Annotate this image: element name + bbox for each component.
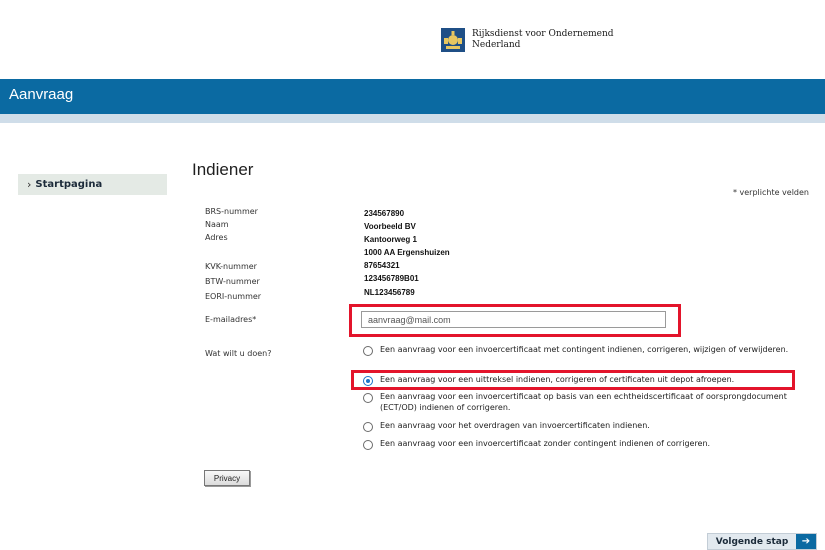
next-step-button[interactable]: Volgende stap ➔ bbox=[707, 533, 817, 550]
adres-line-1: Kantoorweg 1 bbox=[364, 235, 417, 244]
radio-button[interactable] bbox=[363, 422, 373, 432]
rvo-logo: Rijksdienst voor Ondernemend Nederland bbox=[441, 20, 614, 60]
btw-label: BTW-nummer bbox=[205, 277, 260, 286]
email-label: E-mailadres* bbox=[205, 315, 257, 324]
option-row[interactable]: Een aanvraag voor een invoercertificaat … bbox=[363, 344, 808, 356]
email-input[interactable] bbox=[361, 311, 666, 328]
sidebar-item-label: Startpagina bbox=[35, 179, 103, 190]
required-fields-note: * verplichte velden bbox=[732, 188, 809, 197]
arrow-right-icon: ➔ bbox=[796, 534, 816, 549]
banner-title: Aanvraag bbox=[9, 86, 74, 103]
logo-text: Rijksdienst voor Ondernemend Nederland bbox=[472, 29, 614, 51]
radio-button[interactable] bbox=[363, 393, 373, 403]
naam-label: Naam bbox=[205, 220, 229, 229]
adres-line-2: 1000 AA Ergenshuizen bbox=[364, 248, 450, 257]
option-label: Een aanvraag voor het overdragen van inv… bbox=[380, 421, 650, 430]
next-step-label: Volgende stap bbox=[715, 536, 789, 547]
radio-button[interactable] bbox=[363, 440, 373, 450]
radio-button[interactable] bbox=[363, 346, 373, 356]
naam-value: Voorbeeld BV bbox=[364, 222, 416, 231]
option-label: Een aanvraag voor een invoercertificaat … bbox=[380, 345, 789, 354]
option-label: Een aanvraag voor een uittreksel indiene… bbox=[380, 375, 735, 384]
page-title: Indiener bbox=[192, 160, 254, 179]
eori-value: NL123456789 bbox=[364, 288, 415, 297]
header-banner bbox=[0, 79, 825, 114]
option-row[interactable]: Een aanvraag voor een invoercertificaat … bbox=[363, 438, 808, 450]
option-row[interactable]: Een aanvraag voor het overdragen van inv… bbox=[363, 420, 808, 432]
logo-line-1: Rijksdienst voor Ondernemend bbox=[472, 29, 614, 39]
brs-value: 234567890 bbox=[364, 209, 405, 218]
coat-of-arms-icon bbox=[441, 28, 465, 52]
banner-strip bbox=[0, 114, 825, 123]
option-label: Een aanvraag voor een invoercertificaat … bbox=[380, 392, 787, 412]
sidebar-item-startpagina[interactable]: › Startpagina bbox=[18, 174, 167, 195]
option-label: Een aanvraag voor een invoercertificaat … bbox=[380, 439, 711, 448]
brs-label: BRS-nummer bbox=[205, 207, 258, 216]
adres-label: Adres bbox=[205, 233, 228, 242]
eori-label: EORI-nummer bbox=[205, 292, 262, 301]
question-label: Wat wilt u doen? bbox=[205, 349, 272, 358]
option-row[interactable]: Een aanvraag voor een invoercertificaat … bbox=[363, 391, 808, 413]
kvk-value: 87654321 bbox=[364, 261, 400, 270]
btw-value: 123456789B01 bbox=[364, 274, 419, 283]
kvk-label: KVK-nummer bbox=[205, 262, 257, 271]
logo-line-2: Nederland bbox=[472, 40, 521, 50]
option-row[interactable]: Een aanvraag voor een uittreksel indiene… bbox=[363, 374, 808, 386]
radio-button-selected[interactable] bbox=[363, 376, 373, 386]
chevron-right-icon: › bbox=[27, 178, 32, 191]
privacy-button[interactable]: Privacy bbox=[204, 470, 250, 486]
